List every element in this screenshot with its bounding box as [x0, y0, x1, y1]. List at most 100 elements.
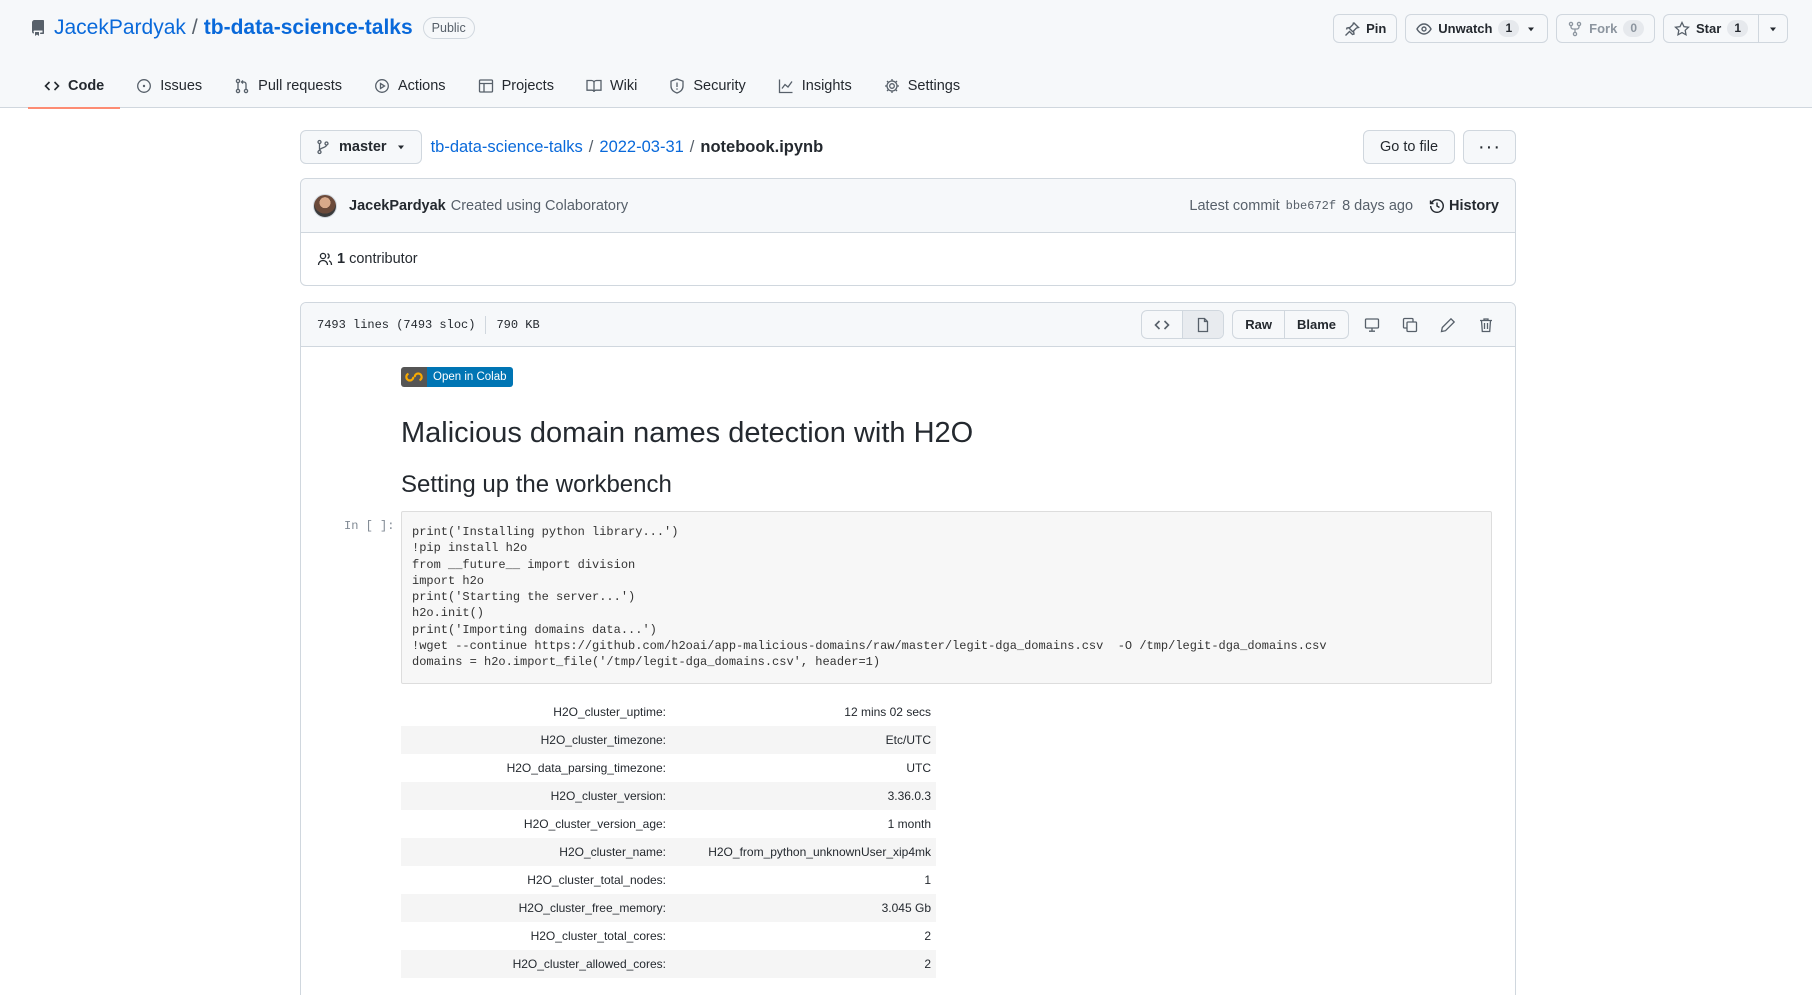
delete-file-button[interactable]	[1471, 310, 1501, 339]
table-value: 3.045 Gb	[671, 893, 936, 922]
blame-button[interactable]: Blame	[1283, 311, 1348, 338]
table-value: 12 mins 02 secs	[844, 704, 931, 719]
latest-commit-label: Latest commit	[1189, 198, 1280, 214]
contributors-count: 1	[337, 251, 346, 267]
commit-meta: Latest commit bbe672f 8 days ago History	[1189, 179, 1499, 233]
table-value: 2	[924, 928, 931, 943]
tab-actions[interactable]: Actions	[358, 64, 462, 108]
issue-icon	[137, 79, 152, 93]
unwatch-label: Unwatch	[1438, 21, 1493, 36]
open-desktop-button[interactable]	[1357, 310, 1387, 339]
table-key: H2O_cluster_total_nodes:	[527, 872, 666, 887]
source-view-button[interactable]	[1142, 311, 1182, 338]
open-in-colab-badge[interactable]: Open in Colab	[401, 367, 513, 387]
tab-pull-requests[interactable]: Pull requests	[218, 64, 358, 108]
tab-code[interactable]: Code	[28, 64, 121, 109]
avatar[interactable]	[313, 193, 337, 218]
file-line-count: 7493 lines (7493 sloc)	[317, 317, 476, 332]
table-key: H2O_cluster_version_age:	[523, 816, 666, 831]
copy-icon	[1402, 317, 1418, 332]
table-key: H2O_data_parsing_timezone:	[506, 760, 666, 775]
visibility-badge: Public	[422, 17, 475, 39]
table-key: H2O_cluster_version:	[401, 781, 671, 810]
copy-raw-button[interactable]	[1395, 310, 1425, 339]
table-value: Etc/UTC	[671, 725, 936, 754]
history-link[interactable]: History	[1429, 198, 1499, 214]
pin-button[interactable]: Pin	[1333, 14, 1398, 43]
graph-icon	[778, 79, 793, 94]
edit-file-button[interactable]	[1433, 310, 1463, 339]
tab-issues[interactable]: Issues	[120, 64, 218, 108]
code-line: domains = h2o.import_file('/tmp/legit-dg…	[412, 655, 881, 670]
raw-button[interactable]: Raw	[1233, 311, 1284, 338]
breadcrumb-repo-link[interactable]: tb-data-science-talks	[431, 138, 583, 157]
breadcrumb: tb-data-science-talks / 2022-03-31 / not…	[431, 138, 824, 157]
tab-label: Projects	[501, 78, 554, 94]
table-key: H2O_cluster_uptime:	[553, 704, 666, 719]
repo-header: JacekPardyak / tb-data-science-talks Pub…	[0, 0, 1812, 109]
repo-name-link[interactable]: tb-data-science-talks	[204, 16, 413, 40]
star-button[interactable]: Star 1	[1663, 14, 1788, 43]
tab-label: Code	[68, 78, 105, 94]
branch-select-button[interactable]: master	[300, 130, 422, 164]
contributors-row[interactable]: 1 contributor	[301, 233, 1515, 285]
repo-header-actions: Pin Unwatch 1 Fork 0 Star 1	[1333, 14, 1788, 43]
table-row: H2O_data_parsing_timezone: UTC	[401, 754, 936, 782]
colab-logo-icon	[405, 372, 423, 382]
code-line: import h2o	[412, 573, 485, 588]
repo-title: JacekPardyak / tb-data-science-talks Pub…	[30, 16, 475, 40]
pin-label: Pin	[1366, 21, 1387, 36]
repo-icon	[31, 20, 44, 36]
table-icon	[478, 79, 493, 93]
tab-label: Settings	[907, 78, 961, 94]
table-value: H2O_from_python_unknownUser_xip4mk	[671, 837, 936, 866]
table-key: H2O_cluster_free_memory:	[401, 893, 671, 922]
tab-insights[interactable]: Insights	[762, 64, 868, 108]
unwatch-button[interactable]: Unwatch 1	[1405, 14, 1549, 43]
tab-security[interactable]: Security	[653, 64, 761, 108]
commit-box: JacekPardyak Created using Colaboratory …	[300, 178, 1516, 286]
tab-label: Insights	[801, 78, 852, 94]
table-row: H2O_cluster_version_age: 1 month	[401, 810, 936, 838]
code-line: h2o.init()	[412, 606, 485, 621]
divider	[485, 315, 487, 334]
repo-title-separator: /	[191, 16, 198, 39]
gear-icon	[884, 79, 899, 93]
pin-icon	[1345, 21, 1360, 36]
branch-icon	[317, 139, 329, 155]
code-cell: In [ ]: print('Installing python library…	[344, 511, 1501, 684]
code-line: print('Starting the server...')	[412, 590, 636, 605]
rendered-view-button[interactable]	[1182, 311, 1224, 338]
file-size: 790 KB	[496, 317, 540, 332]
table-row: H2O_cluster_total_cores: 2	[401, 922, 936, 950]
table-row: H2O_cluster_free_memory: 3.045 Gb	[401, 893, 936, 922]
tab-settings[interactable]: Settings	[868, 64, 976, 108]
breadcrumb-folder-link[interactable]: 2022-03-31	[599, 138, 683, 157]
table-value: 1	[924, 872, 931, 887]
star-list-dropdown[interactable]	[1758, 15, 1787, 42]
history-label: History	[1449, 198, 1499, 214]
tab-label: Wiki	[609, 78, 638, 94]
tab-projects[interactable]: Projects	[462, 64, 570, 108]
breadcrumb-row: master tb-data-science-talks / 2022-03-3…	[300, 130, 1516, 164]
table-value: UTC	[906, 760, 931, 775]
file-view: master tb-data-science-talks / 2022-03-3…	[300, 130, 1516, 995]
table-value: 2	[671, 949, 936, 978]
table-key: H2O_cluster_name:	[401, 837, 671, 866]
file-header: 7493 lines (7493 sloc) 790 KB Raw Blame	[301, 303, 1515, 347]
breadcrumb-separator: /	[689, 137, 695, 156]
code-line: print('Installing python library...')	[412, 525, 679, 539]
star-label: Star	[1696, 21, 1722, 36]
more-options-button[interactable]: ···	[1463, 130, 1516, 164]
commit-author-link[interactable]: JacekPardyak	[349, 198, 446, 214]
notebook-render: Open in Colab Malicious domain names det…	[344, 347, 1501, 978]
go-to-file-button[interactable]: Go to file	[1362, 130, 1456, 164]
view-mode-toggle	[1141, 310, 1225, 339]
fork-button[interactable]: Fork 0	[1556, 14, 1656, 43]
tab-wiki[interactable]: Wiki	[570, 64, 653, 108]
table-row: H2O_cluster_timezone: Etc/UTC	[401, 725, 936, 754]
repo-owner-link[interactable]: JacekPardyak	[54, 16, 186, 40]
commit-sha-link[interactable]: bbe672f	[1286, 199, 1336, 213]
commit-message[interactable]: Created using Colaboratory	[451, 198, 628, 214]
play-icon	[375, 79, 389, 93]
